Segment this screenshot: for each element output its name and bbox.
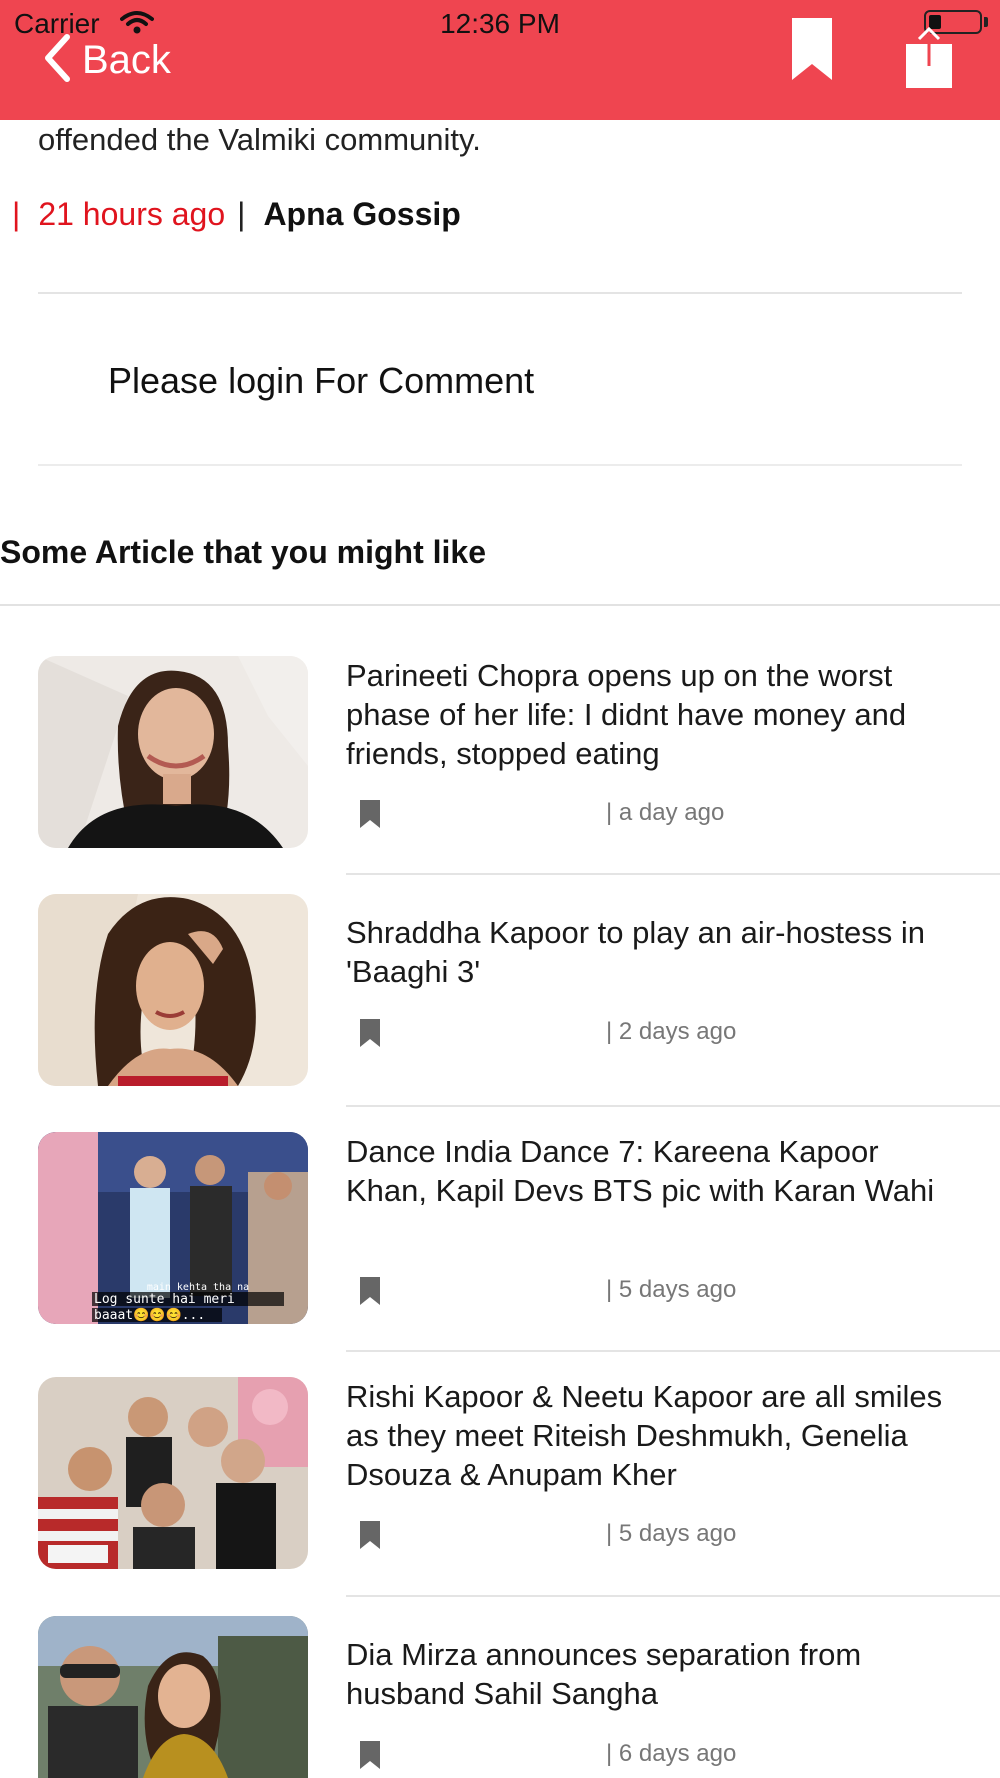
thumb-caption: Log sunte hai meri <box>94 1292 235 1307</box>
login-for-comment[interactable]: Please login For Comment <box>108 360 534 402</box>
meta-separator-2: | <box>237 196 246 232</box>
article-thumbnail[interactable] <box>38 656 308 848</box>
battery-tip <box>984 17 988 27</box>
divider <box>346 1595 1000 1597</box>
meta-separator: | <box>12 196 21 232</box>
share-icon <box>904 26 954 94</box>
bookmark-icon[interactable] <box>360 1521 380 1554</box>
bookmark-button[interactable] <box>792 18 832 85</box>
article-title[interactable]: Rishi Kapoor & Neetu Kapoor are all smil… <box>346 1377 966 1494</box>
article-time: | 2 days ago <box>606 1018 737 1045</box>
thumb-caption: baaat😊😊😊... <box>94 1307 205 1323</box>
divider <box>38 292 962 294</box>
back-label: Back <box>82 37 171 82</box>
divider <box>346 1105 1000 1107</box>
back-button[interactable]: Back <box>42 30 171 90</box>
divider <box>346 873 1000 875</box>
article-title[interactable]: Shraddha Kapoor to play an air-hostess i… <box>346 913 966 991</box>
article-title[interactable]: Parineeti Chopra opens up on the worst p… <box>346 656 966 773</box>
divider <box>38 464 962 466</box>
article-title[interactable]: Dia Mirza announces separation from husb… <box>346 1635 966 1713</box>
article-time: | 5 days ago <box>606 1276 737 1303</box>
divider <box>0 604 1000 606</box>
related-heading: Some Article that you might like <box>0 534 487 570</box>
chevron-left-icon <box>42 33 72 88</box>
article-title[interactable]: Dance India Dance 7: Kareena Kapoor Khan… <box>346 1132 966 1210</box>
article-thumbnail[interactable] <box>38 1616 308 1778</box>
bookmark-icon[interactable] <box>360 800 380 833</box>
article-meta: | 21 hours ago | Apna Gossip <box>12 196 461 233</box>
share-button[interactable] <box>904 26 954 95</box>
article-time: | 6 days ago <box>606 1740 737 1767</box>
article-time: 21 hours ago <box>38 196 226 232</box>
bookmark-icon[interactable] <box>360 1741 380 1774</box>
article-thumbnail[interactable]: main kehta tha na Log sunte hai meri baa… <box>38 1132 308 1324</box>
nav-bar: Carrier 12:36 PM Back <box>0 0 1000 120</box>
article-time: | a day ago <box>606 799 725 826</box>
article-thumbnail[interactable] <box>38 894 308 1086</box>
divider <box>346 1350 1000 1352</box>
bookmark-icon[interactable] <box>360 1019 380 1052</box>
article-thumbnail[interactable] <box>38 1377 308 1569</box>
bookmark-icon[interactable] <box>360 1277 380 1310</box>
bookmark-icon <box>792 18 832 84</box>
article-time: | 5 days ago <box>606 1520 737 1547</box>
article-text-tail: offended the Valmiki community. <box>38 122 481 157</box>
article-source[interactable]: Apna Gossip <box>263 196 460 233</box>
